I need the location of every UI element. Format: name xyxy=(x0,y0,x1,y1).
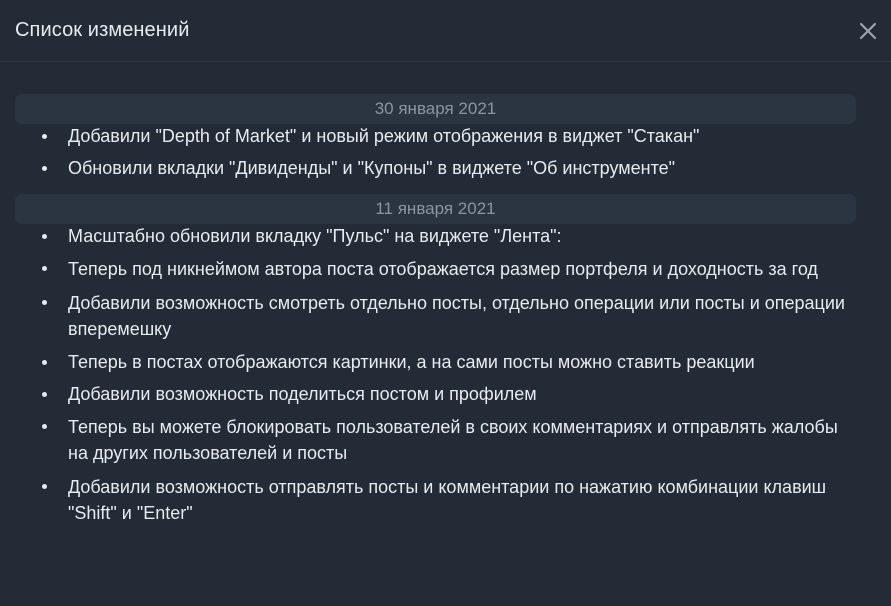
close-button[interactable] xyxy=(857,20,879,42)
close-icon xyxy=(859,22,877,40)
changelog-dialog: Список изменений 30 января 2021 Добавили… xyxy=(0,0,891,606)
list-item: Теперь под никнеймом автора поста отобра… xyxy=(15,256,856,282)
changelog-content[interactable]: 30 января 2021 Добавили "Depth of Market… xyxy=(0,62,891,526)
list-item: Добавили возможность отправлять посты и … xyxy=(15,474,856,526)
change-list: Добавили "Depth of Market" и новый режим… xyxy=(15,124,856,180)
list-item: Теперь в постах отображаются картинки, а… xyxy=(15,350,856,374)
list-item: Добавили возможность поделиться постом и… xyxy=(15,382,856,406)
dialog-title: Список изменений xyxy=(15,19,190,41)
dialog-header: Список изменений xyxy=(0,0,891,62)
list-item: Добавили возможность смотреть отдельно п… xyxy=(15,290,856,342)
list-item: Масштабно обновили вкладку "Пульс" на ви… xyxy=(15,224,856,248)
list-item: Добавили "Depth of Market" и новый режим… xyxy=(15,124,856,148)
change-list: Масштабно обновили вкладку "Пульс" на ви… xyxy=(15,224,856,526)
list-item: Обновили вкладки "Дивиденды" и "Купоны" … xyxy=(15,156,856,180)
date-header: 11 января 2021 xyxy=(15,194,856,224)
date-header: 30 января 2021 xyxy=(15,94,856,124)
list-item: Теперь вы можете блокировать пользовател… xyxy=(15,414,856,466)
